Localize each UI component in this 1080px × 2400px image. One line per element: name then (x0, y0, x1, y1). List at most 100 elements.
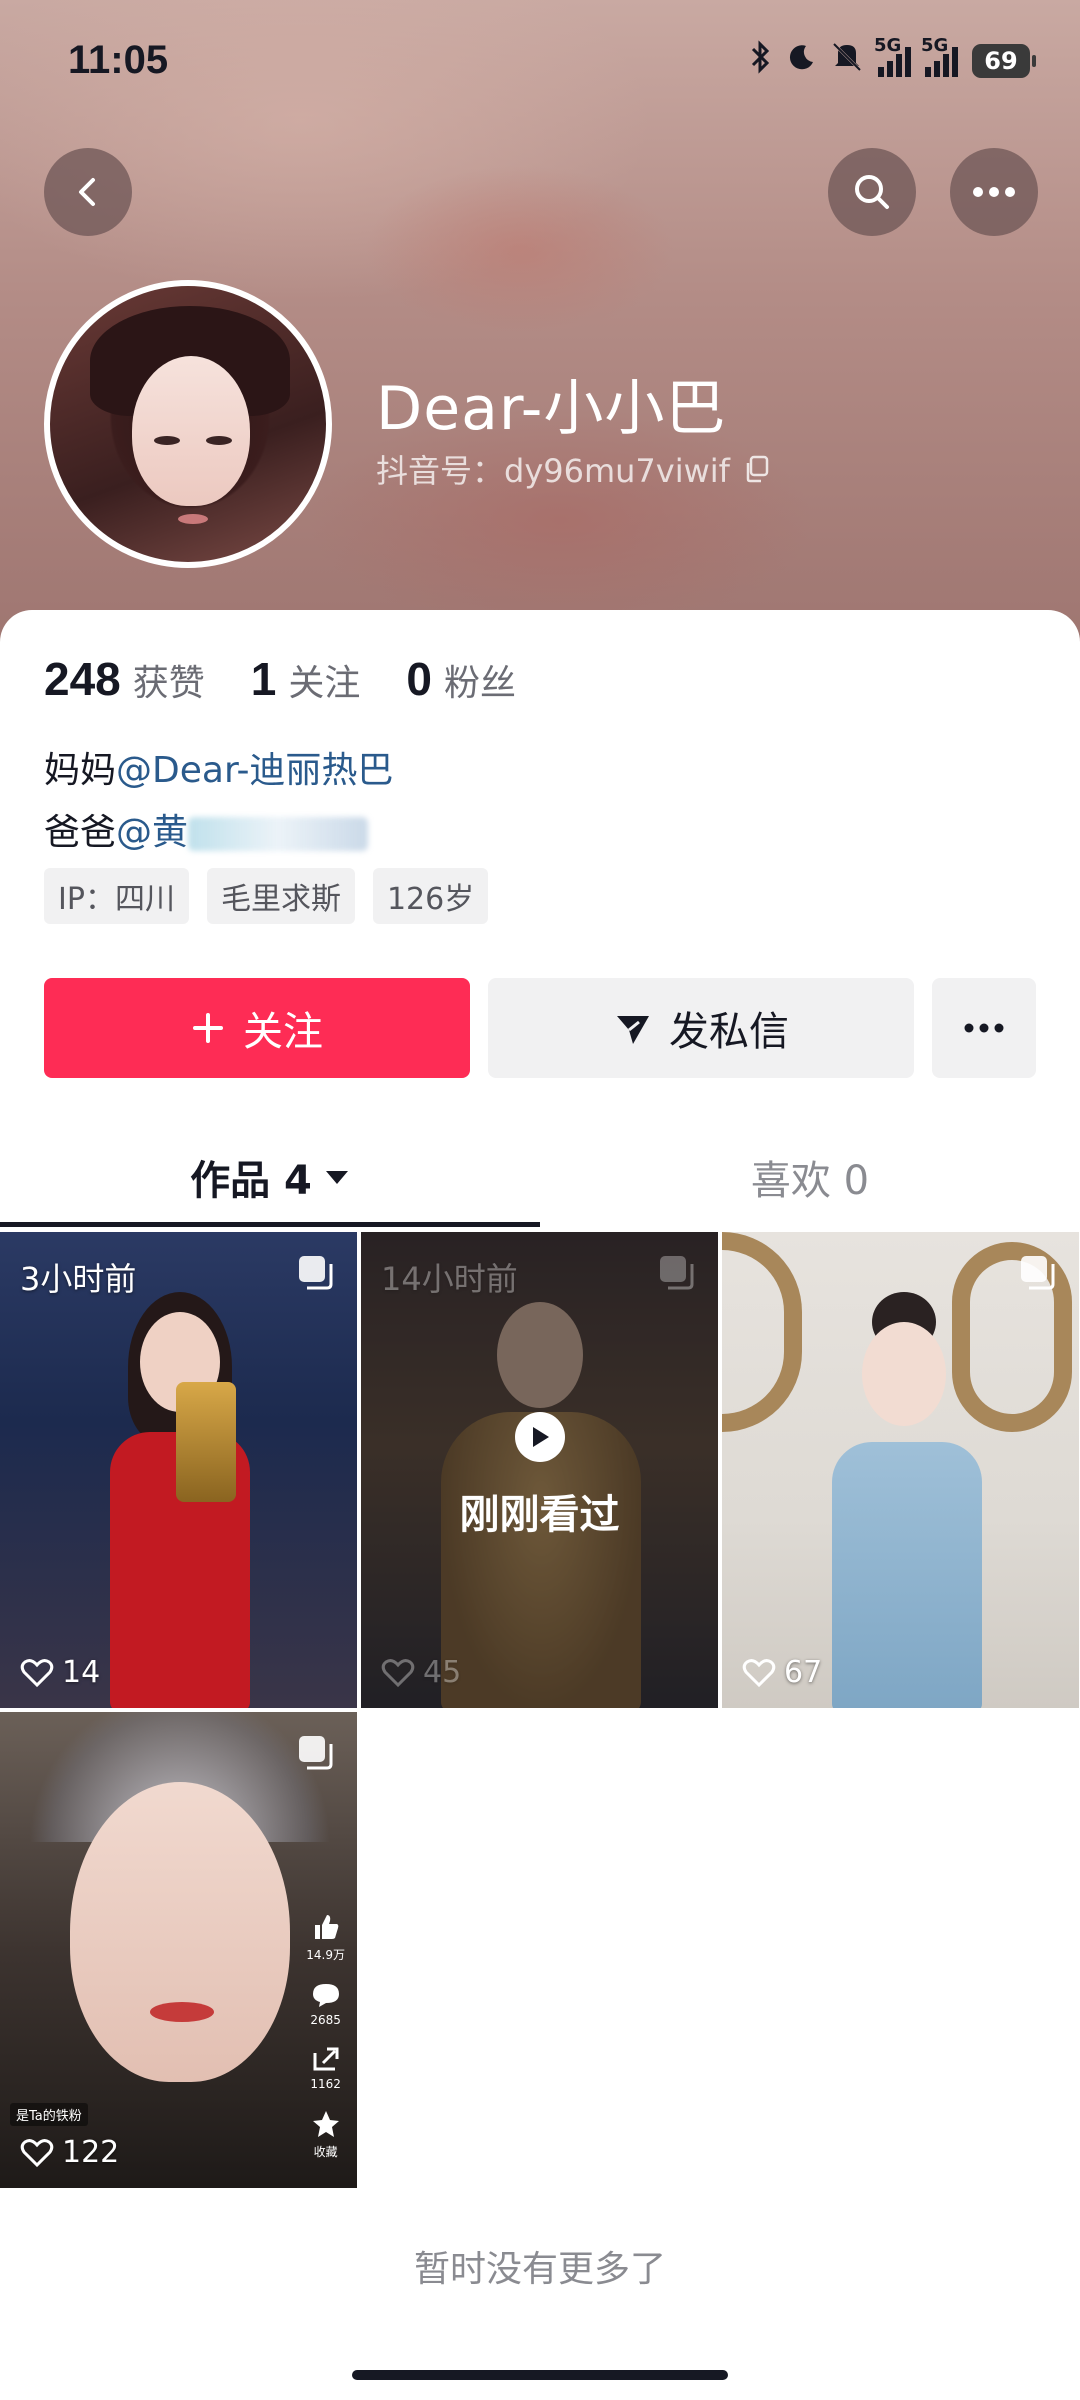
post-2-likes: 45 (381, 1655, 461, 1690)
multi-image-icon (299, 1736, 333, 1770)
douyin-id[interactable]: 抖音号：dy96mu7viwif (376, 446, 770, 492)
profile-name: Dear-小小巴 (376, 374, 727, 444)
action-row: 关注 发私信 (44, 978, 1036, 1078)
tab-works[interactable]: 作品 4 (0, 1130, 540, 1224)
post-4-thumb: 14.9万 (306, 1912, 345, 1963)
tab-indicator (0, 1222, 540, 1227)
post-1-like-count: 14 (62, 1655, 101, 1690)
message-label: 发私信 (669, 1009, 789, 1055)
stat-followers[interactable]: 0 粉丝 (406, 652, 516, 706)
tag-ip: IP：四川 (44, 868, 189, 924)
post-4-fan-chip: 是Ta的铁粉 (10, 2103, 88, 2126)
signal-icon-2: 5G (921, 35, 958, 77)
multi-image-icon (299, 1256, 333, 1290)
post-3-backdrop-logo (722, 1232, 802, 1432)
more-options-button[interactable] (950, 148, 1038, 236)
signal-icon-1: 5G (874, 35, 911, 77)
status-time: 11:05 (68, 38, 169, 82)
star-icon (312, 2111, 339, 2137)
mention-link-mother[interactable]: @Dear-迪丽热巴 (116, 750, 393, 791)
post-tile-3[interactable]: 67 (722, 1232, 1079, 1708)
search-button[interactable] (828, 148, 916, 236)
bio-line-1: 妈妈@Dear-迪丽热巴 (44, 740, 393, 802)
multi-image-icon (660, 1256, 694, 1290)
post-1-trophy (176, 1382, 236, 1502)
mention-link-father[interactable]: @黄 (116, 812, 188, 853)
post-4-likes: 122 (20, 2135, 119, 2170)
recently-viewed-label: 刚刚看过 (459, 1492, 620, 1538)
chevron-left-icon (79, 178, 95, 206)
follow-label: 关注 (243, 1009, 323, 1055)
stat-followers-label: 粉丝 (443, 663, 516, 704)
post-4-thumb-count: 14.9万 (306, 1948, 345, 1962)
stats-row: 248 获赞 1 关注 0 粉丝 (44, 652, 516, 706)
follow-button[interactable]: 关注 (44, 978, 470, 1078)
search-icon (855, 175, 889, 209)
status-bar: 11:05 5G 5G 69 (0, 0, 1080, 130)
more-actions-button[interactable] (932, 978, 1036, 1078)
moon-icon (786, 42, 816, 79)
tag-row: IP：四川 毛里求斯 126岁 (44, 868, 489, 924)
post-4-comment-count: 2685 (310, 2013, 341, 2027)
tab-likes[interactable]: 喜欢 0 (540, 1130, 1080, 1224)
stat-following[interactable]: 1 关注 (251, 652, 361, 706)
heart-icon (381, 1658, 415, 1687)
stat-followers-value: 0 (406, 653, 432, 705)
mute-icon (830, 41, 864, 80)
stat-following-label: 关注 (288, 663, 361, 704)
heart-icon (20, 2138, 54, 2167)
bio: 妈妈@Dear-迪丽热巴 爸爸@黄 (44, 740, 393, 864)
post-1-time: 3小时前 (20, 1260, 137, 1298)
caret-down-icon (325, 1171, 348, 1184)
tag-location: 毛里求斯 (206, 868, 355, 924)
message-button[interactable]: 发私信 (488, 978, 914, 1078)
post-2-like-count: 45 (423, 1655, 462, 1690)
copy-icon[interactable] (744, 455, 770, 483)
back-button[interactable] (44, 148, 132, 236)
avatar-lip (178, 514, 208, 524)
heart-icon (742, 1658, 776, 1687)
battery-icon: 69 (972, 43, 1036, 78)
post-4-favorite: 收藏 (311, 2109, 341, 2160)
avatar[interactable] (44, 280, 332, 568)
stat-likes-value: 248 (44, 653, 121, 705)
post-4-figure-face (70, 1782, 290, 2082)
douyin-id-text: 抖音号：dy96mu7viwif (376, 452, 730, 490)
thumbs-up-icon (314, 1915, 338, 1939)
blurred-text (188, 817, 369, 851)
signal-label-2: 5G (921, 34, 949, 56)
avatar-face (132, 356, 250, 506)
post-tile-1[interactable]: 3小时前 14 (0, 1232, 357, 1708)
post-2-time: 14小时前 (381, 1260, 518, 1298)
more-dots-icon (964, 1023, 1004, 1033)
bio-line-2: 爸爸@黄 (44, 802, 393, 864)
stat-likes-label: 获赞 (132, 663, 205, 704)
status-icons: 5G 5G 69 (750, 35, 1036, 81)
bio-line-2-prefix: 爸爸 (44, 812, 117, 853)
post-4-share: 1162 (310, 2045, 341, 2091)
post-3-figure-head (862, 1322, 946, 1426)
plus-icon (193, 1013, 223, 1043)
avatar-eye-left (154, 436, 180, 445)
post-3-like-count: 67 (784, 1655, 823, 1690)
signal-label-1: 5G (874, 34, 902, 56)
post-3-likes: 67 (742, 1655, 822, 1690)
post-1-likes: 14 (20, 1655, 100, 1690)
post-4-like-count: 122 (62, 2135, 120, 2170)
stat-likes[interactable]: 248 获赞 (44, 652, 205, 706)
post-tile-4[interactable]: 14.9万 2685 1162 收藏 是Ta的铁粉 122 (0, 1712, 357, 2188)
post-tile-2[interactable]: 14小时前 刚刚看过 45 (361, 1232, 718, 1708)
multi-image-icon (1021, 1256, 1055, 1290)
send-icon (617, 1016, 649, 1044)
home-indicator[interactable] (352, 2370, 728, 2380)
share-icon (313, 2047, 339, 2071)
post-4-side-actions: 14.9万 2685 1162 收藏 (306, 1912, 345, 2160)
avatar-eye-right (206, 436, 232, 445)
play-icon (514, 1412, 565, 1462)
tab-likes-label: 喜欢 0 (750, 1158, 870, 1204)
profile-card: 248 获赞 1 关注 0 粉丝 妈妈@Dear-迪丽热巴 爸爸@黄 IP：四川 毛里… (0, 610, 1080, 2400)
post-3-figure-dress (832, 1442, 982, 1708)
stat-following-value: 1 (250, 653, 277, 705)
more-dots-icon (973, 187, 1015, 197)
no-more-footer: 暂时没有更多了 (413, 2249, 666, 2290)
